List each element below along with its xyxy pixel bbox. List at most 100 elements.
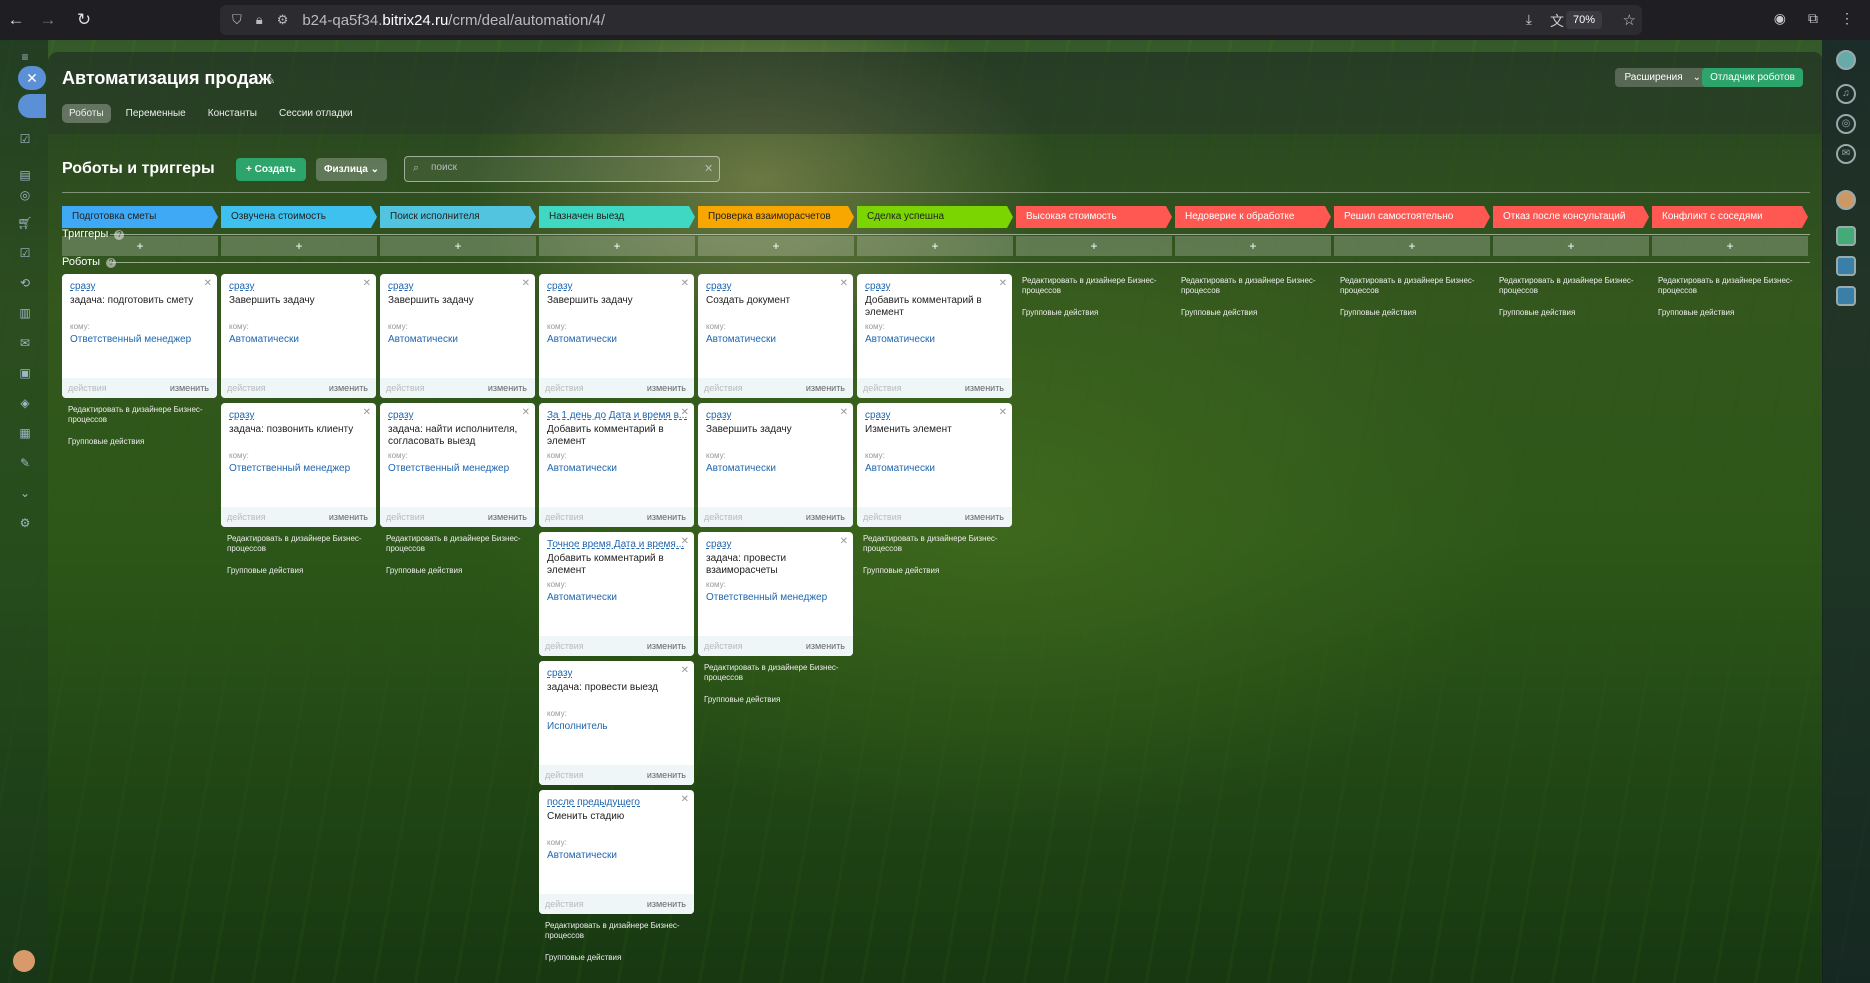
edit-in-designer-link[interactable]: Редактировать в дизайнере Бизнес-процесс…	[863, 534, 1003, 554]
add-trigger-button[interactable]: +	[539, 236, 695, 256]
tab-variables[interactable]: Переменные	[119, 104, 193, 123]
inbox-icon[interactable]: ▤	[15, 168, 35, 186]
robot-card[interactable]: сразу ✕ задача: провести выезд кому: Исполни…	[539, 661, 694, 785]
robot-card[interactable]: сразу ✕ задача: найти исполнителя, согласо…	[380, 403, 535, 527]
robot-debugger-button[interactable]: Отладчик роботов	[1702, 68, 1803, 87]
bookmark-star-icon[interactable]: ☆	[1623, 11, 1636, 29]
robot-delay-link[interactable]: сразу	[865, 410, 1005, 421]
extensions-button[interactable]: Расширения ⌄	[1615, 68, 1710, 87]
change-link[interactable]: изменить	[647, 641, 686, 651]
robot-card[interactable]: сразу ✕ Завершить задачу кому: Автоматически…	[380, 274, 535, 398]
extensions-icon[interactable]: ⧉	[1808, 10, 1818, 27]
copilot-icon[interactable]: ◎	[1836, 114, 1856, 134]
actions-link[interactable]: действия	[386, 383, 425, 393]
edit-in-designer-link[interactable]: Редактировать в дизайнере Бизнес-процесс…	[227, 534, 367, 554]
robot-responsible-link[interactable]: Автоматически	[865, 334, 935, 345]
add-trigger-button[interactable]: +	[1334, 236, 1490, 256]
translate-icon[interactable]: 文	[1550, 11, 1564, 31]
robot-card[interactable]: сразу ✕ задача: позвонить клиенту кому: Отве…	[221, 403, 376, 527]
robot-delay-link[interactable]: сразу	[547, 668, 687, 679]
change-link[interactable]: изменить	[329, 383, 368, 393]
group-actions-link[interactable]: Групповые действия	[1499, 308, 1639, 318]
change-link[interactable]: изменить	[647, 899, 686, 909]
open-lines-icon[interactable]	[1836, 256, 1856, 276]
robot-responsible-link[interactable]: Автоматически	[547, 850, 617, 861]
add-trigger-button[interactable]: +	[221, 236, 377, 256]
add-trigger-button[interactable]: +	[1175, 236, 1331, 256]
robot-responsible-link[interactable]: Исполнитель	[547, 721, 608, 732]
group-actions-link[interactable]: Групповые действия	[1181, 308, 1321, 318]
close-icon[interactable]: ✕	[681, 278, 689, 289]
menu-icon[interactable]: ⋮	[1840, 10, 1854, 27]
close-icon[interactable]: ✕	[522, 278, 530, 289]
edit-in-designer-link[interactable]: Редактировать в дизайнере Бизнес-процесс…	[1022, 276, 1162, 296]
group-actions-link[interactable]: Групповые действия	[863, 566, 1003, 576]
actions-link[interactable]: действия	[545, 899, 584, 909]
edit-in-designer-link[interactable]: Редактировать в дизайнере Бизнес-процесс…	[1499, 276, 1639, 296]
change-link[interactable]: изменить	[806, 512, 845, 522]
notifications-icon[interactable]: ♫	[1836, 84, 1856, 104]
robot-responsible-link[interactable]: Автоматически	[706, 463, 776, 474]
docs-icon[interactable]: ▦	[15, 426, 35, 444]
robot-delay-link[interactable]: сразу	[229, 281, 369, 292]
stage-column-header[interactable]: Недоверие к обработке	[1175, 206, 1331, 228]
robot-card[interactable]: сразу ✕ Завершить задачу кому: Автоматически…	[698, 403, 853, 527]
actions-link[interactable]: действия	[386, 512, 425, 522]
tab-debug-sessions[interactable]: Сессии отладки	[272, 104, 360, 123]
group-actions-link[interactable]: Групповые действия	[1340, 308, 1480, 318]
actions-link[interactable]: действия	[704, 641, 743, 651]
edit-in-designer-link[interactable]: Редактировать в дизайнере Бизнес-процесс…	[545, 921, 685, 941]
address-bar[interactable]: ⛉ 🔒︎ ⚙ b24-qa5f34. bitrix24.ru/crm/deal/a…	[220, 5, 1642, 35]
analytics-icon[interactable]: ▥	[15, 306, 35, 324]
actions-link[interactable]: действия	[545, 512, 584, 522]
robot-card[interactable]: Точное время Дата и время... ✕ Добавить ко…	[539, 532, 694, 656]
tab-constants[interactable]: Константы	[201, 104, 264, 123]
pin-icon[interactable]: ✎	[266, 74, 275, 87]
settings-icon[interactable]: ⚙	[15, 516, 35, 534]
pen-icon[interactable]: ✎	[15, 456, 35, 474]
group-actions-link[interactable]: Групповые действия	[1022, 308, 1162, 318]
change-link[interactable]: изменить	[647, 383, 686, 393]
group-actions-link[interactable]: Групповые действия	[545, 953, 685, 963]
add-trigger-button[interactable]: +	[698, 236, 854, 256]
close-icon[interactable]: ✕	[522, 407, 530, 418]
robot-delay-link[interactable]: сразу	[229, 410, 369, 421]
actions-link[interactable]: действия	[704, 512, 743, 522]
user-avatar[interactable]	[1836, 50, 1856, 70]
contact-avatar[interactable]	[1836, 190, 1856, 210]
close-icon[interactable]: ✕	[681, 536, 689, 547]
change-link[interactable]: изменить	[965, 383, 1004, 393]
edit-in-designer-link[interactable]: Редактировать в дизайнере Бизнес-процесс…	[1340, 276, 1480, 296]
add-trigger-button[interactable]: +	[380, 236, 536, 256]
actions-link[interactable]: действия	[227, 512, 266, 522]
crm-icon[interactable]: ◎	[15, 188, 35, 206]
group-actions-link[interactable]: Групповые действия	[1658, 308, 1798, 318]
actions-link[interactable]: действия	[704, 383, 743, 393]
robot-card[interactable]: За 1 день до Дата и время в... ✕ Добавить …	[539, 403, 694, 527]
robot-responsible-link[interactable]: Автоматически	[388, 334, 458, 345]
group-actions-link[interactable]: Групповые действия	[386, 566, 526, 576]
robot-card[interactable]: сразу ✕ Добавить комментарий в элемент кому…	[857, 274, 1012, 398]
group-actions-link[interactable]: Групповые действия	[704, 695, 844, 705]
close-icon[interactable]: ✕	[363, 278, 371, 289]
bookmark-icon[interactable]	[1836, 286, 1856, 306]
actions-link[interactable]: действия	[227, 383, 266, 393]
close-icon[interactable]: ✕	[999, 407, 1007, 418]
change-link[interactable]: изменить	[647, 770, 686, 780]
robot-delay-link[interactable]: Точное время Дата и время...	[547, 539, 687, 550]
robot-card[interactable]: сразу ✕ задача: провести взаиморасчеты кому…	[698, 532, 853, 656]
channel-icon[interactable]	[1836, 226, 1856, 246]
reload-icon[interactable]: ↻	[68, 4, 100, 36]
close-icon[interactable]: ✕	[840, 278, 848, 289]
robot-responsible-link[interactable]: Автоматически	[547, 334, 617, 345]
help-icon[interactable]: ?	[106, 258, 117, 268]
add-trigger-button[interactable]: +	[1016, 236, 1172, 256]
close-icon[interactable]: ✕	[999, 278, 1007, 289]
back-icon[interactable]: ←	[0, 4, 32, 36]
robot-delay-link[interactable]: сразу	[706, 410, 846, 421]
actions-link[interactable]: действия	[68, 383, 107, 393]
stage-column-header[interactable]: Назначен выезд	[539, 206, 695, 228]
tab-robots[interactable]: Роботы	[62, 104, 111, 123]
actions-link[interactable]: действия	[545, 770, 584, 780]
robot-delay-link[interactable]: после предыдущего	[547, 797, 687, 808]
